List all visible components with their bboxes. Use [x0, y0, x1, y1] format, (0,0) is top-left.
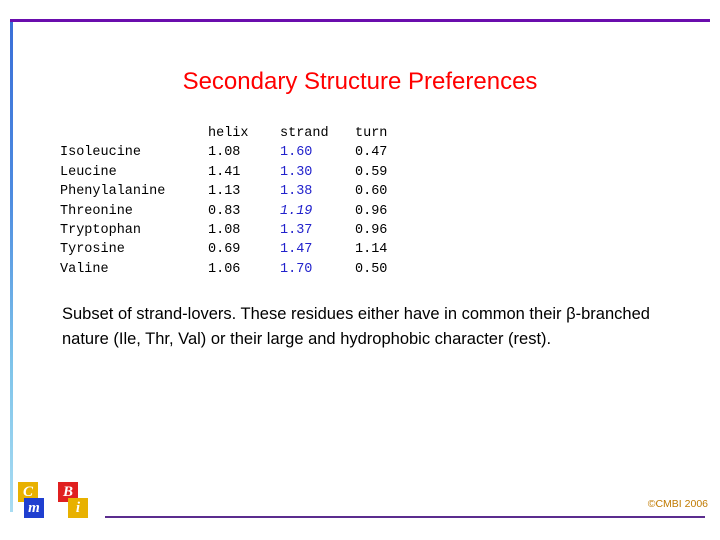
table-row: Leucine 1.41 1.30 0.59	[60, 163, 415, 182]
strand-value: 1.30	[280, 164, 313, 180]
strand-value: 1.47	[280, 242, 313, 258]
top-divider	[10, 19, 710, 22]
bottom-divider	[105, 516, 705, 518]
paragraph-text-1: Subset of strand-lovers. These residues …	[62, 305, 567, 323]
table-row: Isoleucine 1.08 1.60 0.47	[60, 143, 415, 162]
turn-value: 0.50	[355, 261, 388, 277]
turn-value: 0.60	[355, 184, 388, 200]
turn-value: 0.96	[355, 223, 388, 239]
helix-value: 1.06	[208, 261, 241, 277]
helix-value: 1.41	[208, 164, 241, 180]
turn-value: 0.96	[355, 203, 388, 219]
table-row: Tyrosine 0.69 1.47 1.14	[60, 240, 415, 259]
helix-value: 1.08	[208, 145, 241, 161]
residue-name: Threonine	[60, 203, 133, 219]
table-header-helix: helix	[208, 126, 249, 141]
table-row: Valine 1.06 1.70 0.50	[60, 260, 415, 279]
table-header-strand: strand	[280, 126, 329, 141]
body-paragraph: Subset of strand-lovers. These residues …	[62, 302, 672, 351]
turn-value: 0.47	[355, 145, 388, 161]
table-header-name	[60, 124, 208, 143]
helix-value: 0.69	[208, 242, 241, 258]
residue-name: Tyrosine	[60, 242, 125, 258]
table-row: Threonine 0.83 1.19 0.96	[60, 202, 415, 221]
strand-value: 1.70	[280, 261, 313, 277]
helix-value: 1.13	[208, 184, 241, 200]
table-header-row: helix strand turn	[60, 124, 415, 143]
table-header-turn: turn	[355, 126, 388, 141]
logo-letter-m: m	[24, 498, 44, 518]
residue-name: Valine	[60, 261, 109, 277]
strand-value: 1.38	[280, 184, 313, 200]
logo-letter-i: i	[68, 498, 88, 518]
residue-name: Tryptophan	[60, 223, 142, 239]
table-row: Phenylalanine 1.13 1.38 0.60	[60, 182, 415, 201]
strand-value: 1.19	[280, 203, 313, 219]
secondary-structure-table: helix strand turn Isoleucine 1.08 1.60 0.47…	[60, 124, 415, 279]
residue-name: Leucine	[60, 164, 117, 180]
strand-value: 1.60	[280, 145, 313, 161]
residue-name: Isoleucine	[60, 145, 142, 161]
cmbi-logo: C m B i	[18, 482, 114, 522]
table-row: Tryptophan 1.08 1.37 0.96	[60, 221, 415, 240]
turn-value: 1.14	[355, 242, 388, 258]
page-title: Secondary Structure Preferences	[182, 68, 538, 95]
beta-symbol: β	[566, 305, 576, 323]
helix-value: 1.08	[208, 223, 241, 239]
turn-value: 0.59	[355, 164, 388, 180]
helix-value: 0.83	[208, 203, 241, 219]
residue-name: Phenylalanine	[60, 184, 166, 200]
copyright-notice: ©CMBI 2006	[647, 498, 708, 510]
strand-value: 1.37	[280, 223, 313, 239]
